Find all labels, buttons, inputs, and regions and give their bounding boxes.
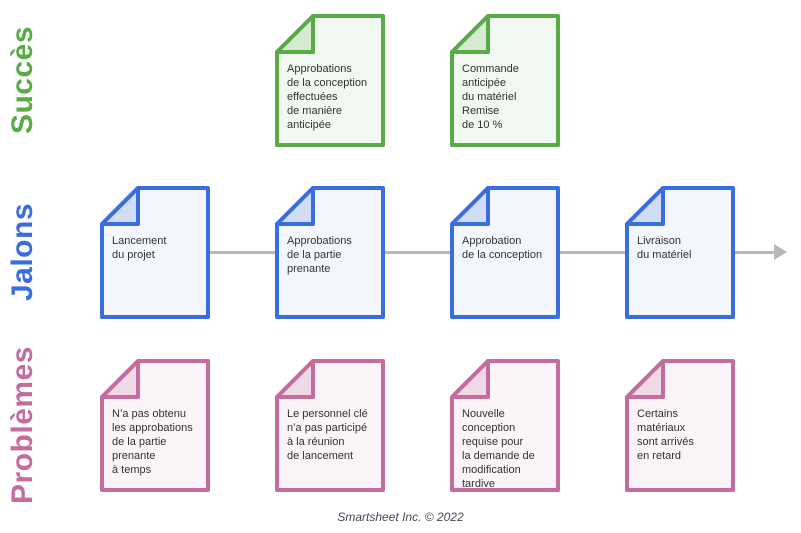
problems-card-text: Nouvelle conception requise pour la dema… [462,408,535,490]
arrow-right-icon [774,244,787,260]
success-card-text: Approbations de la conception effectuées… [287,63,368,131]
success-card: Approbations de la conception effectuées… [275,14,385,147]
problems-card: Nouvelle conception requise pour la dema… [450,359,560,492]
success-card: Commande anticipée du matériel Remise de… [450,14,560,147]
problems-card-text: N’a pas obtenu les approbations de la pa… [112,408,193,476]
success-card-text: Commande anticipée du matériel Remise de… [462,63,519,131]
document-fold-corner [450,186,490,226]
milestones-card: Lancement du projet [100,186,210,319]
milestones-card-text: Lancement du projet [112,235,167,261]
problems-card: Certains matériaux sont arrivés en retar… [625,359,735,492]
milestones-card: Livraison du matériel [625,186,735,319]
row-label-milestones: Jalons [6,202,39,302]
milestones-card: Approbation de la conception [450,186,560,319]
problems-card: Le personnel clé n’a pas participé à la … [275,359,385,492]
row-label-success: Succès [6,25,39,135]
document-fold-corner [275,359,315,399]
problems-card-text: Le personnel clé n’a pas participé à la … [287,408,368,462]
document-fold-corner [100,359,140,399]
problems-card-text: Certains matériaux sont arrivés en retar… [637,408,694,462]
document-fold-corner [625,359,665,399]
document-fold-corner [100,186,140,226]
document-fold-corner [450,14,490,54]
milestones-card-text: Approbation de la conception [462,235,543,261]
milestones-card-text: Approbations de la partie prenante [287,235,352,275]
problems-card: N’a pas obtenu les approbations de la pa… [100,359,210,492]
document-fold-corner [450,359,490,399]
milestones-card-text: Livraison du matériel [637,235,692,261]
row-label-problems: Problèmes [6,346,39,504]
document-fold-corner [275,186,315,226]
document-fold-corner [275,14,315,54]
milestones-card: Approbations de la partie prenante [275,186,385,319]
document-fold-corner [625,186,665,226]
footer-copyright: Smartsheet Inc. © 2022 [337,510,464,524]
